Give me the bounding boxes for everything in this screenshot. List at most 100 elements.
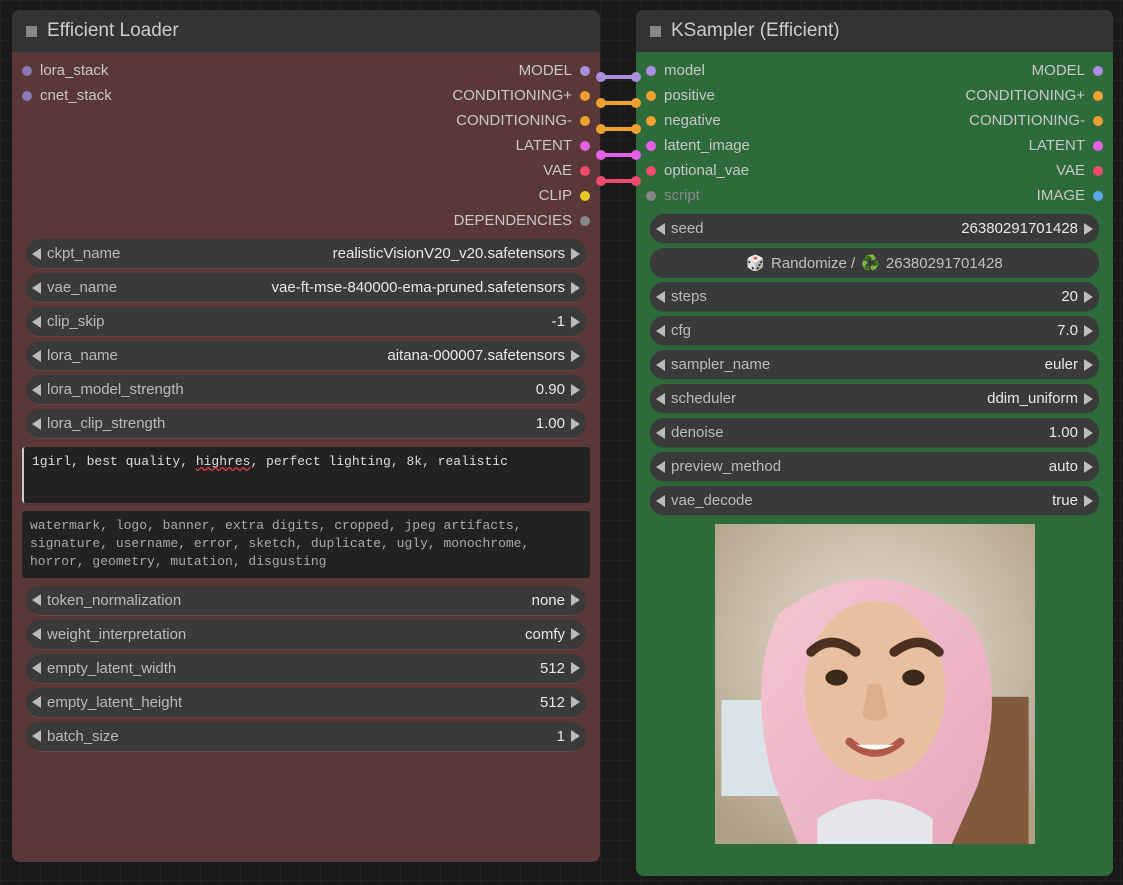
chevron-right-icon[interactable] [571, 282, 580, 294]
widget-value[interactable]: realisticVisionV20_v20.safetensors [333, 245, 565, 262]
chevron-left-icon[interactable] [656, 325, 665, 337]
chevron-right-icon[interactable] [571, 248, 580, 260]
socket-dot-icon[interactable] [580, 116, 590, 126]
widget-ckpt_name[interactable]: ckpt_namerealisticVisionV20_v20.safetens… [26, 239, 586, 269]
connection-line[interactable] [601, 101, 635, 105]
prompt-negative-input[interactable]: watermark, logo, banner, extra digits, c… [22, 511, 590, 578]
chevron-right-icon[interactable] [571, 696, 580, 708]
chevron-right-icon[interactable] [1084, 359, 1093, 371]
image-preview[interactable] [715, 524, 1035, 844]
widget-weight_interpretation[interactable]: weight_interpretationcomfy [26, 620, 586, 650]
chevron-left-icon[interactable] [656, 393, 665, 405]
widget-empty_latent_width[interactable]: empty_latent_width512 [26, 654, 586, 684]
chevron-left-icon[interactable] [656, 291, 665, 303]
widget-value[interactable]: 512 [540, 694, 565, 711]
socket-dot-icon[interactable] [580, 216, 590, 226]
socket-dot-icon[interactable] [646, 166, 656, 176]
widget-seed[interactable]: seed 26380291701428 [650, 214, 1099, 244]
widget-value[interactable]: -1 [552, 313, 565, 330]
chevron-left-icon[interactable] [656, 461, 665, 473]
widget-value[interactable]: 26380291701428 [961, 220, 1078, 237]
socket-dot-icon[interactable] [1093, 91, 1103, 101]
input-socket[interactable]: positive [646, 87, 750, 104]
chevron-right-icon[interactable] [1084, 461, 1093, 473]
input-socket[interactable]: lora_stack [22, 62, 112, 79]
connection-line[interactable] [601, 75, 635, 79]
output-socket[interactable]: LATENT [1029, 137, 1103, 154]
widget-vae_name[interactable]: vae_namevae-ft-mse-840000-ema-pruned.saf… [26, 273, 586, 303]
collapse-toggle-icon[interactable] [26, 26, 37, 37]
node-efficient-loader[interactable]: Efficient Loader lora_stackcnet_stack MO… [12, 10, 600, 862]
randomize-button[interactable]: 🎲 Randomize / ♻️ 26380291701428 [650, 248, 1099, 278]
chevron-right-icon[interactable] [571, 628, 580, 640]
socket-dot-icon[interactable] [1093, 141, 1103, 151]
chevron-right-icon[interactable] [1084, 291, 1093, 303]
node-ksampler-efficient[interactable]: KSampler (Efficient) model positive negati… [636, 10, 1113, 876]
output-socket[interactable]: CONDITIONING- [969, 112, 1103, 129]
chevron-right-icon[interactable] [571, 662, 580, 674]
chevron-left-icon[interactable] [32, 696, 41, 708]
output-socket[interactable]: MODEL [1032, 62, 1103, 79]
widget-empty_latent_height[interactable]: empty_latent_height512 [26, 688, 586, 718]
widget-value[interactable]: 512 [540, 660, 565, 677]
socket-dot-icon[interactable] [22, 91, 32, 101]
widget-sampler_name[interactable]: sampler_nameeuler [650, 350, 1099, 380]
widget-denoise[interactable]: denoise1.00 [650, 418, 1099, 448]
prompt-positive-input[interactable]: 1girl, best quality, highres, perfect li… [22, 447, 590, 503]
widget-vae_decode[interactable]: vae_decodetrue [650, 486, 1099, 516]
widget-cfg[interactable]: cfg7.0 [650, 316, 1099, 346]
output-socket[interactable]: CONDITIONING+ [452, 87, 590, 104]
widget-value[interactable]: ddim_uniform [987, 390, 1078, 407]
socket-dot-icon[interactable] [580, 141, 590, 151]
widget-steps[interactable]: steps20 [650, 282, 1099, 312]
widget-lora_model_strength[interactable]: lora_model_strength0.90 [26, 375, 586, 405]
input-socket[interactable]: model [646, 62, 750, 79]
socket-dot-icon[interactable] [646, 191, 656, 201]
socket-dot-icon[interactable] [1093, 166, 1103, 176]
widget-preview_method[interactable]: preview_methodauto [650, 452, 1099, 482]
output-socket[interactable]: CONDITIONING+ [965, 87, 1103, 104]
widget-value[interactable]: aitana-000007.safetensors [387, 347, 565, 364]
widget-value[interactable]: 0.90 [536, 381, 565, 398]
chevron-right-icon[interactable] [1084, 325, 1093, 337]
widget-batch_size[interactable]: batch_size1 [26, 722, 586, 752]
chevron-right-icon[interactable] [1084, 393, 1093, 405]
input-socket[interactable]: negative [646, 112, 750, 129]
node-header[interactable]: KSampler (Efficient) [636, 10, 1113, 52]
output-socket[interactable]: LATENT [516, 137, 590, 154]
output-socket[interactable]: MODEL [519, 62, 590, 79]
chevron-right-icon[interactable] [571, 384, 580, 396]
chevron-left-icon[interactable] [32, 628, 41, 640]
widget-clip_skip[interactable]: clip_skip-1 [26, 307, 586, 337]
socket-dot-icon[interactable] [1093, 191, 1103, 201]
input-socket[interactable]: cnet_stack [22, 87, 112, 104]
connection-line[interactable] [601, 127, 635, 131]
widget-value[interactable]: 20 [1061, 288, 1078, 305]
widget-value[interactable]: euler [1045, 356, 1078, 373]
socket-dot-icon[interactable] [580, 166, 590, 176]
chevron-left-icon[interactable] [32, 282, 41, 294]
chevron-left-icon[interactable] [32, 384, 41, 396]
widget-value[interactable]: auto [1049, 458, 1078, 475]
collapse-toggle-icon[interactable] [650, 26, 661, 37]
chevron-right-icon[interactable] [571, 350, 580, 362]
widget-value[interactable]: 1.00 [536, 415, 565, 432]
output-socket[interactable]: CONDITIONING- [456, 112, 590, 129]
widget-value[interactable]: none [532, 592, 565, 609]
widget-value[interactable]: comfy [525, 626, 565, 643]
chevron-right-icon[interactable] [571, 730, 580, 742]
connection-line[interactable] [601, 153, 635, 157]
output-socket[interactable]: DEPENDENCIES [454, 212, 590, 229]
chevron-left-icon[interactable] [32, 594, 41, 606]
chevron-left-icon[interactable] [32, 248, 41, 260]
socket-dot-icon[interactable] [646, 66, 656, 76]
chevron-left-icon[interactable] [656, 427, 665, 439]
chevron-left-icon[interactable] [656, 495, 665, 507]
socket-dot-icon[interactable] [1093, 116, 1103, 126]
chevron-right-icon[interactable] [571, 316, 580, 328]
socket-dot-icon[interactable] [22, 66, 32, 76]
chevron-right-icon[interactable] [1084, 427, 1093, 439]
output-socket[interactable]: VAE [1056, 162, 1103, 179]
chevron-right-icon[interactable] [1084, 223, 1093, 235]
widget-token_normalization[interactable]: token_normalizationnone [26, 586, 586, 616]
